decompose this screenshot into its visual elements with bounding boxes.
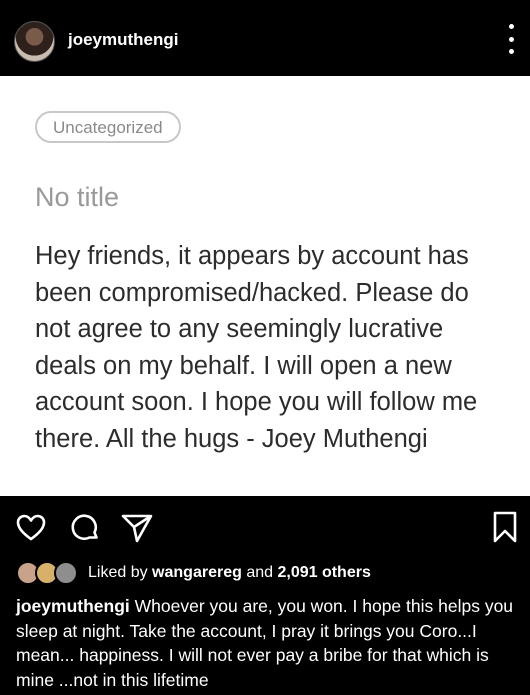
likes-and: and	[246, 564, 274, 581]
action-bar	[0, 496, 530, 556]
caption: joeymuthengi Whoever you are, you won. I…	[16, 594, 521, 692]
category-chip: Uncategorized	[35, 111, 181, 143]
liker-avatars	[16, 561, 78, 585]
liker-username[interactable]: wangarereg	[152, 564, 242, 582]
header-username[interactable]: joeymuthengi	[68, 30, 179, 50]
bookmark-icon[interactable]	[492, 511, 518, 543]
share-icon[interactable]	[121, 513, 153, 543]
liker-avatar	[54, 561, 78, 585]
likes-others[interactable]: 2,091 others	[277, 564, 370, 582]
post-image[interactable]: Uncategorized No title Hey friends, it a…	[0, 76, 530, 496]
comment-icon[interactable]	[70, 513, 100, 543]
heart-icon[interactable]	[16, 514, 46, 542]
post-title: No title	[35, 182, 120, 212]
likes-summary[interactable]: Liked by wangarereg and 2,091 others	[16, 561, 371, 585]
avatar[interactable]	[14, 21, 55, 62]
post-header: joeymuthengi	[0, 0, 530, 76]
more-options-icon[interactable]	[504, 24, 518, 54]
likes-prefix: Liked by	[88, 564, 148, 581]
caption-username[interactable]: joeymuthengi	[16, 596, 130, 616]
post-body-text: Hey friends, it appears by account has b…	[35, 242, 478, 453]
